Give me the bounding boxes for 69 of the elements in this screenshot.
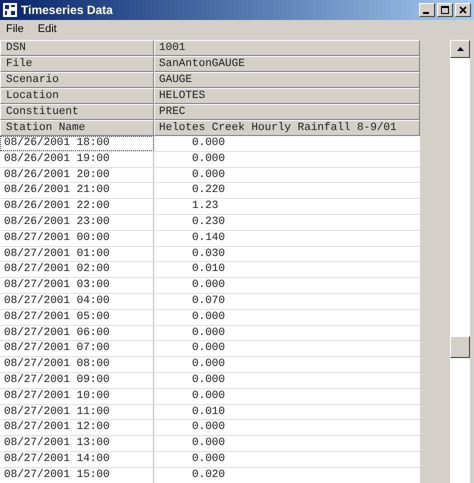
date-cell[interactable]: 08/27/2001 04:00 — [0, 294, 154, 309]
value-cell[interactable]: 0.020 — [154, 468, 420, 483]
close-button[interactable] — [455, 3, 471, 17]
up-arrow-icon — [456, 47, 464, 51]
value-cell[interactable]: 0.000 — [154, 357, 420, 372]
value-cell[interactable]: 1.23 — [154, 199, 420, 214]
attribute-label: Location — [0, 88, 154, 104]
date-cell[interactable]: 08/26/2001 20:00 — [0, 168, 154, 182]
value-cell[interactable]: 0.000 — [154, 452, 420, 467]
value-cell[interactable]: 0.010 — [154, 404, 420, 420]
app-icon — [3, 3, 17, 17]
attribute-value: GAUGE — [154, 72, 420, 88]
value-cell[interactable]: 0.000 — [154, 420, 420, 436]
scrollbar[interactable] — [450, 40, 470, 483]
attribute-value: PREC — [154, 104, 420, 120]
value-cell[interactable]: 0.000 — [154, 168, 420, 182]
attribute-label: Scenario — [0, 72, 154, 88]
value-cell[interactable]: 0.000 — [154, 310, 420, 325]
value-cell[interactable]: 0.000 — [154, 278, 420, 293]
attribute-value: HELOTES — [154, 88, 420, 104]
value-cell[interactable]: 0.220 — [154, 183, 420, 198]
value-cell[interactable]: 0.230 — [154, 214, 420, 230]
value-cell[interactable]: 0.000 — [154, 388, 420, 404]
date-cell[interactable]: 08/26/2001 22:00 — [0, 199, 154, 214]
attribute-label: Station Name — [0, 120, 154, 136]
date-cell[interactable]: 08/27/2001 07:00 — [0, 341, 154, 356]
date-cell[interactable]: 08/27/2001 05:00 — [0, 310, 154, 325]
scroll-up-button[interactable] — [450, 40, 470, 58]
date-cell[interactable]: 08/27/2001 13:00 — [0, 436, 154, 451]
date-cell[interactable]: 08/27/2001 01:00 — [0, 246, 154, 262]
attribute-label: File — [0, 56, 154, 72]
maximize-button[interactable] — [437, 3, 453, 17]
maximize-icon — [441, 6, 449, 14]
date-cell[interactable]: 08/27/2001 06:00 — [0, 326, 154, 340]
attribute-value: Helotes Creek Hourly Rainfall 8-9/01 — [154, 120, 420, 136]
attribute-value: 1001 — [154, 40, 420, 56]
date-cell[interactable]: 08/27/2001 15:00 — [0, 468, 154, 483]
date-cell[interactable]: 08/26/2001 21:00 — [0, 183, 154, 198]
value-cell[interactable]: 0.010 — [154, 262, 420, 278]
menu-item[interactable]: Edit — [36, 21, 59, 38]
menu-item[interactable]: File — [4, 21, 26, 38]
date-cell[interactable]: 08/27/2001 00:00 — [0, 230, 154, 246]
window-title: Timeseries Data — [21, 2, 113, 19]
value-cell[interactable]: 0.000 — [154, 436, 420, 451]
value-cell[interactable]: 0.000 — [154, 341, 420, 356]
value-cell[interactable]: 0.000 — [154, 372, 420, 388]
date-cell[interactable]: 08/26/2001 18:00 — [0, 136, 154, 151]
date-cell[interactable]: 08/27/2001 10:00 — [0, 388, 154, 404]
close-icon — [459, 6, 467, 14]
minimize-button[interactable] — [419, 3, 435, 17]
value-cell[interactable]: 0.140 — [154, 230, 420, 246]
date-cell[interactable]: 08/26/2001 19:00 — [0, 152, 154, 167]
attribute-label: Constituent — [0, 104, 154, 120]
attribute-value: SanAntonGAUGE — [154, 56, 420, 72]
date-cell[interactable]: 08/27/2001 02:00 — [0, 262, 154, 278]
scroll-thumb[interactable] — [450, 336, 470, 358]
date-cell[interactable]: 08/27/2001 03:00 — [0, 278, 154, 293]
value-cell[interactable]: 0.000 — [154, 326, 420, 340]
date-cell[interactable]: 08/26/2001 23:00 — [0, 214, 154, 230]
date-cell[interactable]: 08/27/2001 11:00 — [0, 404, 154, 420]
value-cell[interactable]: 0.000 — [154, 136, 420, 151]
value-cell[interactable]: 0.000 — [154, 152, 420, 167]
value-cell[interactable]: 0.030 — [154, 246, 420, 262]
date-cell[interactable]: 08/27/2001 12:00 — [0, 420, 154, 436]
date-cell[interactable]: 08/27/2001 09:00 — [0, 372, 154, 388]
value-cell[interactable]: 0.070 — [154, 294, 420, 309]
attribute-label: DSN — [0, 40, 154, 56]
date-cell[interactable]: 08/27/2001 14:00 — [0, 452, 154, 467]
date-cell[interactable]: 08/27/2001 08:00 — [0, 357, 154, 372]
